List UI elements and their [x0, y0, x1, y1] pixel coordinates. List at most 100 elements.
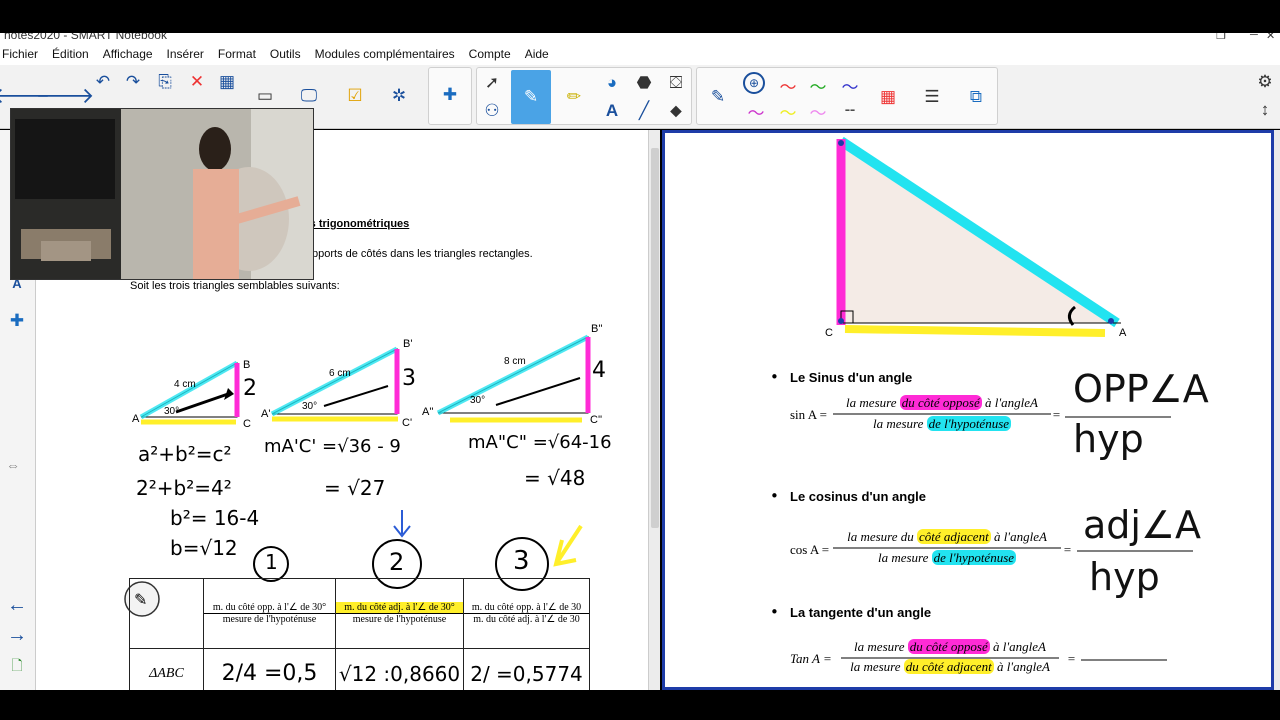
fill-icon[interactable]: ⛋ [663, 70, 689, 96]
color-picker-icon[interactable]: ⊕ [743, 72, 765, 94]
line-style-icon[interactable]: ╌ [837, 98, 863, 124]
magenta-pen-icon[interactable]: 〜 [743, 98, 769, 124]
sin-denominator: la mesure de l'hypoténuse [833, 416, 1051, 432]
text-tool-icon[interactable]: A [599, 98, 625, 124]
cos-den-pre: la mesure [877, 550, 932, 565]
tri2-angle: 30° [302, 401, 318, 412]
display-icon[interactable]: 🖵 [296, 83, 322, 109]
menu-aide[interactable]: Aide [525, 47, 549, 61]
rail-next-icon[interactable]: → [4, 622, 30, 648]
shapes-recognition-icon[interactable]: ⧉ [963, 84, 989, 110]
eraser-icon[interactable]: ⬥ [663, 98, 689, 124]
menu-inserer[interactable]: Insérer [167, 47, 204, 61]
table-icon[interactable]: ▦ [214, 69, 240, 95]
sin-den-pre: la mesure [872, 416, 927, 431]
next-page-icon[interactable]: 🡒 [36, 83, 95, 109]
line-tool-icon[interactable]: ╱ [631, 98, 657, 124]
tri2-opp: 3 [402, 366, 416, 391]
sin-hand-num: OPP∠A [1073, 367, 1209, 411]
sin-num-pre: la mesure [846, 395, 900, 410]
cos-denominator: la mesure de l'hypoténuse [833, 550, 1061, 566]
resize-handle-icon[interactable]: ⇔ [0, 452, 26, 478]
table-h2-den: mesure de l'hypoténuse [352, 614, 447, 625]
select-arrow-icon[interactable]: ➚ [479, 70, 505, 96]
close-icon[interactable]: ✕ [1266, 33, 1275, 42]
add-page-icon[interactable]: 🗋 [4, 654, 30, 680]
work3-line2: = √48 [524, 466, 586, 490]
tri3-vertex-a: A'' [422, 406, 434, 418]
minimize-icon[interactable]: ─ [1250, 33, 1258, 41]
cos-num-post: à l'angleA [990, 529, 1047, 544]
gallery-rail-icon[interactable]: ✚ [4, 308, 30, 334]
work1-line4: b=√12 [170, 536, 238, 560]
delete-icon[interactable]: ✕ [184, 69, 210, 95]
table-header-cos: m. du côté adj. à l'∠ de 30° mesure de l… [335, 578, 464, 649]
webcam-overlay [10, 108, 314, 280]
circle-2-label: 2 [389, 548, 405, 576]
restore-icon[interactable]: ❐ [1216, 33, 1226, 42]
letterbox-bottom [0, 690, 1280, 720]
svg-text:•: • [770, 487, 779, 505]
menu-fichier[interactable]: Fichier [2, 47, 38, 61]
red-pen-icon[interactable]: 〜 [775, 72, 801, 98]
scrollbar-thumb[interactable] [651, 148, 659, 528]
tan-den-pre: la mesure [850, 659, 904, 674]
people-icon[interactable]: ⚇ [479, 98, 505, 124]
menu-compte[interactable]: Compte [469, 47, 511, 61]
tri1-vertex-b: B [243, 359, 251, 371]
green-pen-icon[interactable]: 〜 [805, 72, 831, 98]
left-page-scrollbar[interactable] [648, 130, 660, 690]
response-icon[interactable]: ☑ [342, 83, 368, 109]
tri2-vertex-c: C' [402, 417, 413, 429]
vertex-a-label: A [1119, 327, 1127, 339]
menu-bar: Fichier Édition Affichage Insérer Format… [0, 43, 1280, 65]
shapes-icon[interactable]: ◕ [599, 70, 625, 96]
tan-title: La tangente d'un angle [790, 605, 932, 620]
right-page-scrollbar[interactable] [1274, 130, 1280, 690]
tools-group: ➚ ⚇ ✎ ✏ ◕ A ⬣ ╱ ⛋ ⬥ [476, 67, 692, 125]
work3-line1: mA"C" =√64-16 [468, 432, 612, 453]
tri3-angle: 30° [470, 395, 486, 406]
pink-pen-icon[interactable]: 〜 [805, 98, 831, 124]
table-h1-den: mesure de l'hypoténuse [222, 614, 317, 625]
toolbar-move-icon[interactable]: ↕ [1252, 97, 1278, 123]
ratio-table[interactable]: m. du côté opp. à l'∠ de 30° mesure de l… [129, 578, 590, 690]
previous-page-icon[interactable]: 🡐 [0, 83, 51, 109]
tri1-angle: 30° [164, 406, 180, 417]
screen-shade-icon[interactable]: ▭ [252, 83, 278, 109]
sin-title: Le Sinus d'un angle [790, 370, 913, 385]
menu-affichage[interactable]: Affichage [103, 47, 153, 61]
yellow-pen-icon[interactable]: 〜 [775, 98, 801, 124]
menu-format[interactable]: Format [218, 47, 256, 61]
table-header-sin: m. du côté opp. à l'∠ de 30° mesure de l… [203, 578, 336, 649]
cos-hand-num: adj∠A [1083, 503, 1202, 547]
settings-gear-icon[interactable]: ⚙ [1252, 69, 1278, 95]
menu-edition[interactable]: Édition [52, 47, 89, 61]
eraser-shape-icon[interactable]: ⬣ [631, 70, 657, 96]
cos-num-pre: la mesure du [847, 529, 918, 544]
rail-prev-icon[interactable]: ← [4, 592, 30, 618]
tan-equals: = [1067, 651, 1076, 666]
tri1-opp: 2 [243, 376, 257, 401]
page-right[interactable]: • • • C A Le Sinus d'un angle sin A = la… [662, 130, 1274, 690]
cos-hand-den: hyp [1089, 555, 1160, 599]
tri1-side: 4 cm [174, 379, 196, 390]
undo-icon[interactable]: ↶ [90, 69, 116, 95]
menu-outils[interactable]: Outils [270, 47, 301, 61]
puzzle-icon[interactable]: ✚ [437, 82, 463, 108]
sin-equals: = [1052, 407, 1061, 422]
tri2-vertex-b: B' [403, 338, 413, 350]
pen-tool-icon[interactable]: ✎ [511, 70, 551, 124]
color-grid-icon[interactable]: ▦ [875, 84, 901, 110]
vertex-c-label: C [825, 327, 833, 339]
webcam-video [11, 109, 313, 279]
blue-pen-icon[interactable]: 〜 [837, 72, 863, 98]
redo-icon[interactable]: ↷ [120, 69, 146, 95]
tan-lhs: Tan A = [790, 651, 832, 666]
menu-modules[interactable]: Modules complémentaires [315, 47, 455, 61]
add-ons-icon[interactable]: ✲ [386, 83, 412, 109]
pen-type-icon[interactable]: ✎ [705, 84, 731, 110]
paste-icon[interactable]: ⎘ [152, 69, 178, 95]
highlighter-icon[interactable]: ✏ [561, 84, 587, 110]
thickness-icon[interactable]: ☰ [919, 84, 945, 110]
